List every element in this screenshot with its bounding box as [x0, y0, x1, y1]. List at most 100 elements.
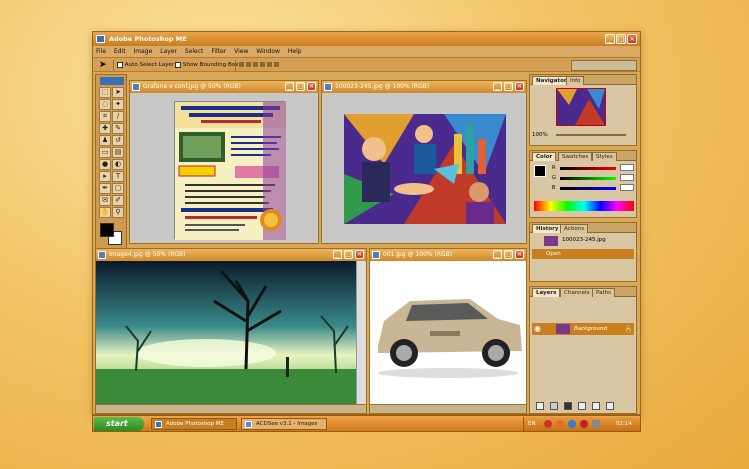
history-brush-tool-icon[interactable]: ↺: [112, 135, 124, 146]
clone-stamp-tool-icon[interactable]: ♟: [99, 135, 111, 146]
doc-close-button[interactable]: ×: [307, 82, 316, 91]
adjustment-layer-icon[interactable]: [564, 402, 572, 410]
doc-close-button[interactable]: ×: [515, 250, 524, 259]
color-g-input[interactable]: [620, 174, 634, 181]
foreground-color-swatch[interactable]: [100, 223, 114, 237]
document-title-bar[interactable]: 001.jpg @ 100% (RGB): [370, 249, 526, 261]
navigator-thumbnail[interactable]: [556, 88, 606, 126]
pen-tool-icon[interactable]: ✒: [99, 183, 111, 194]
document-window-tree[interactable]: Image4.jpg @ 50% (RGB) _ □ ×: [95, 248, 367, 414]
tab-channels[interactable]: Channels: [560, 288, 594, 297]
tray-icon[interactable]: [544, 420, 552, 428]
menu-layer[interactable]: Layer: [157, 46, 180, 57]
hand-tool-icon[interactable]: ✋: [99, 207, 111, 218]
close-button[interactable]: ×: [627, 34, 637, 44]
navigator-zoom-slider[interactable]: [556, 134, 626, 136]
eye-icon[interactable]: ◉: [534, 324, 541, 333]
slice-tool-icon[interactable]: ∕: [112, 111, 124, 122]
zoom-tool-icon[interactable]: ⚲: [112, 207, 124, 218]
eraser-tool-icon[interactable]: ▭: [99, 147, 111, 158]
document-window-car[interactable]: 001.jpg @ 100% (RGB) _ □ ×: [369, 248, 527, 414]
color-foreground-swatch[interactable]: [534, 165, 546, 177]
doc-minimize-button[interactable]: _: [493, 82, 502, 91]
align-buttons[interactable]: [239, 62, 299, 68]
show-bounding-box-checkbox[interactable]: [175, 61, 181, 68]
menu-window[interactable]: Window: [253, 46, 283, 57]
color-g-slider[interactable]: [560, 177, 616, 180]
menu-file[interactable]: File: [93, 46, 109, 57]
layer-style-icon[interactable]: [536, 402, 544, 410]
color-b-slider[interactable]: [560, 187, 616, 190]
menu-view[interactable]: View: [231, 46, 251, 57]
document-title-bar[interactable]: Image4.jpg @ 50% (RGB): [96, 249, 366, 261]
tab-color[interactable]: Color: [532, 152, 557, 161]
tab-actions[interactable]: Actions: [560, 224, 589, 233]
shape-tool-icon[interactable]: ▢: [112, 183, 124, 194]
marquee-tool-icon[interactable]: ⬚: [99, 87, 111, 98]
palette-well[interactable]: [571, 60, 637, 71]
tab-swatches[interactable]: Swatches: [558, 152, 593, 161]
tray-icon[interactable]: [580, 420, 588, 428]
auto-select-layer-checkbox[interactable]: [117, 61, 123, 68]
taskbar-item-photoshop[interactable]: Adobe Photoshop ME: [151, 418, 237, 430]
lasso-tool-icon[interactable]: ◌: [99, 99, 111, 110]
doc-maximize-button[interactable]: □: [504, 250, 513, 259]
move-tool-icon[interactable]: ➤: [99, 60, 107, 70]
menu-help[interactable]: Help: [285, 46, 305, 57]
dodge-tool-icon[interactable]: ◐: [112, 159, 124, 170]
tab-info[interactable]: Info: [566, 76, 585, 85]
menu-filter[interactable]: Filter: [208, 46, 229, 57]
layer-mask-icon[interactable]: [550, 402, 558, 410]
tab-styles[interactable]: Styles: [592, 152, 617, 161]
doc-minimize-button[interactable]: _: [493, 250, 502, 259]
doc-minimize-button[interactable]: _: [333, 250, 342, 259]
color-b-input[interactable]: [620, 184, 634, 191]
document-window-art[interactable]: 100023-245.jpg @ 100% (RGB) _ □ ×: [321, 80, 527, 244]
move-tool-icon[interactable]: ➤: [112, 87, 124, 98]
healing-brush-tool-icon[interactable]: ✚: [99, 123, 111, 134]
trash-icon[interactable]: [606, 402, 614, 410]
doc-minimize-button[interactable]: _: [285, 82, 294, 91]
title-bar[interactable]: Adobe Photoshop ME: [93, 32, 640, 46]
doc-close-button[interactable]: ×: [355, 250, 364, 259]
navigator-zoom-value[interactable]: 100%: [532, 132, 548, 138]
vertical-scrollbar[interactable]: [356, 261, 366, 406]
taskbar-item-acdsee[interactable]: ACDSee v3.1 - Images: [241, 418, 327, 430]
new-layer-set-icon[interactable]: [578, 402, 586, 410]
color-r-input[interactable]: [620, 164, 634, 171]
history-snapshot-name[interactable]: 100023-245.jpg: [562, 237, 606, 243]
doc-close-button[interactable]: ×: [515, 82, 524, 91]
clock[interactable]: 02:14: [616, 417, 632, 431]
start-button[interactable]: start: [94, 417, 144, 431]
blur-tool-icon[interactable]: ●: [99, 159, 111, 170]
layer-row-background[interactable]: ◉ Background 🔒: [532, 323, 634, 335]
doc-maximize-button[interactable]: □: [344, 250, 353, 259]
color-r-slider[interactable]: [560, 167, 616, 170]
menu-image[interactable]: Image: [131, 46, 156, 57]
gradient-tool-icon[interactable]: ▤: [112, 147, 124, 158]
color-spectrum-bar[interactable]: [534, 201, 634, 211]
eyedropper-tool-icon[interactable]: ✐: [112, 195, 124, 206]
tray-icon[interactable]: [556, 420, 564, 428]
history-step-open[interactable]: Open: [532, 249, 634, 259]
speaker-icon[interactable]: [592, 420, 600, 428]
menu-select[interactable]: Select: [182, 46, 207, 57]
menu-edit[interactable]: Edit: [111, 46, 129, 57]
path-select-tool-icon[interactable]: ▸: [99, 171, 111, 182]
type-tool-icon[interactable]: T: [112, 171, 124, 182]
magic-wand-tool-icon[interactable]: ✦: [112, 99, 124, 110]
doc-maximize-button[interactable]: □: [504, 82, 513, 91]
tray-icon[interactable]: [568, 420, 576, 428]
minimize-button[interactable]: _: [605, 34, 615, 44]
auto-select-layer-option[interactable]: Auto Select Layer: [117, 61, 174, 70]
new-layer-icon[interactable]: [592, 402, 600, 410]
tab-navigator[interactable]: Navigator: [532, 76, 571, 85]
maximize-button[interactable]: □: [616, 34, 626, 44]
doc-maximize-button[interactable]: □: [296, 82, 305, 91]
document-window-flyer[interactable]: Grafana e conf.jpg @ 50% (RGB) _ □ ×: [129, 80, 319, 244]
brush-tool-icon[interactable]: ✎: [112, 123, 124, 134]
language-indicator[interactable]: EN: [528, 417, 536, 431]
tab-history[interactable]: History: [532, 224, 563, 233]
notes-tool-icon[interactable]: ✉: [99, 195, 111, 206]
crop-tool-icon[interactable]: ⌗: [99, 111, 111, 122]
